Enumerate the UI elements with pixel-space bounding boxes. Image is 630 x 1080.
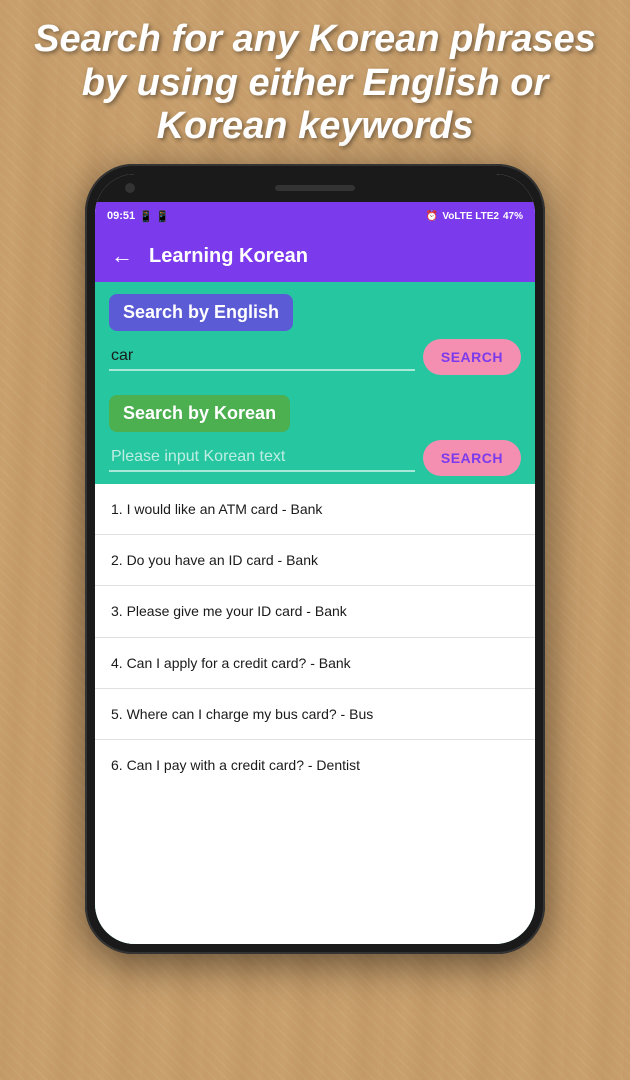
phone-hardware-bar xyxy=(95,174,535,202)
status-bar: 09:51 📱 📱 ⏰ VoLTE LTE2 47% xyxy=(95,202,535,230)
list-item[interactable]: 5. Where can I charge my bus card? - Bus xyxy=(95,689,535,740)
speaker-bar xyxy=(275,185,355,191)
status-signal: VoLTE LTE2 xyxy=(442,211,499,222)
status-alarm: ⏰ xyxy=(426,211,438,222)
list-item[interactable]: 2. Do you have an ID card - Bank xyxy=(95,535,535,586)
status-time: 09:51 xyxy=(107,210,135,222)
english-search-button[interactable]: SEARCH xyxy=(423,339,521,375)
camera-dot xyxy=(125,183,135,193)
english-search-label: Search by English xyxy=(109,294,293,331)
hero-heading: Search for any Korean phrases by using e… xyxy=(0,0,630,159)
list-item[interactable]: 4. Can I apply for a credit card? - Bank xyxy=(95,638,535,689)
back-button[interactable]: ← xyxy=(111,243,133,269)
korean-search-section: Search by Korean SEARCH xyxy=(95,383,535,484)
phone-mockup: 09:51 📱 📱 ⏰ VoLTE LTE2 47% ← Learning Ko… xyxy=(85,164,545,954)
english-search-input[interactable] xyxy=(109,343,415,371)
hero-title: Search for any Korean phrases by using e… xyxy=(20,18,610,149)
list-item[interactable]: 6. Can I pay with a credit card? - Denti… xyxy=(95,740,535,790)
app-title: Learning Korean xyxy=(149,245,308,268)
korean-search-row: SEARCH xyxy=(109,440,521,476)
app-bar: ← Learning Korean xyxy=(95,230,535,282)
english-search-row: SEARCH xyxy=(109,339,521,375)
results-list: 1. I would like an ATM card - Bank2. Do … xyxy=(95,484,535,944)
korean-search-input[interactable] xyxy=(109,444,415,472)
english-search-section: Search by English SEARCH xyxy=(95,282,535,383)
list-item[interactable]: 3. Please give me your ID card - Bank xyxy=(95,586,535,637)
status-icons: 📱 📱 xyxy=(139,210,169,223)
list-item[interactable]: 1. I would like an ATM card - Bank xyxy=(95,484,535,535)
main-content: Search by English SEARCH Search by Korea… xyxy=(95,282,535,944)
korean-search-label: Search by Korean xyxy=(109,395,290,432)
status-battery: 47% xyxy=(503,211,523,222)
korean-search-button[interactable]: SEARCH xyxy=(423,440,521,476)
